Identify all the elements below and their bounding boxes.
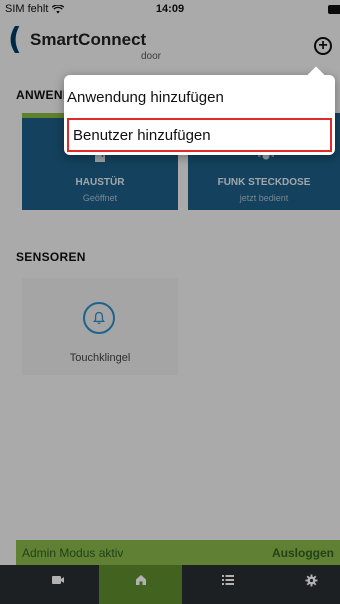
menu-item-add-application[interactable]: Anwendung hinzufügen — [67, 80, 332, 114]
menu-item-label: Anwendung hinzufügen — [67, 88, 224, 106]
menu-item-label: Benutzer hinzufügen — [73, 126, 211, 144]
add-menu-popover: Anwendung hinzufügen Benutzer hinzufügen — [64, 66, 335, 155]
menu-item-add-user[interactable]: Benutzer hinzufügen — [67, 118, 332, 152]
